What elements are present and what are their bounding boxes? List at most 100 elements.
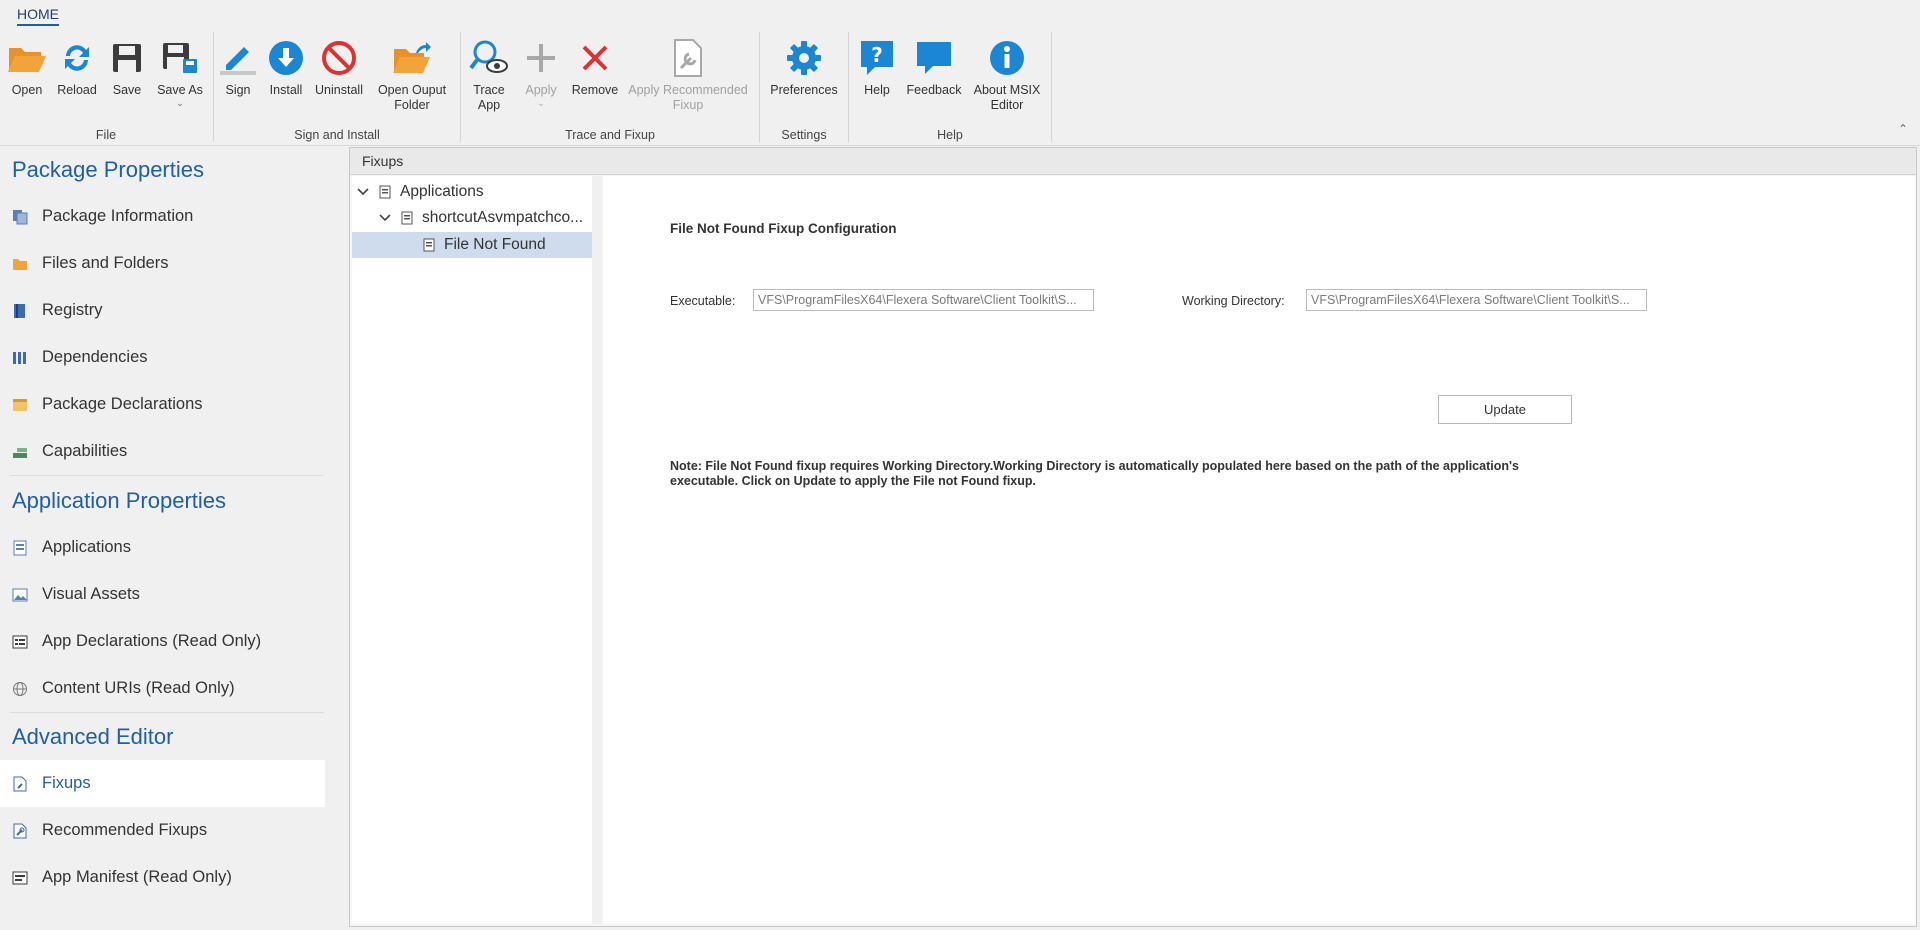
nav-applications[interactable]: Applications xyxy=(0,524,325,571)
section-divider xyxy=(10,712,324,713)
tree-node-label: Applications xyxy=(400,183,484,200)
chevron-down-icon[interactable]: ⌄ xyxy=(176,99,184,108)
app-manifest-icon xyxy=(12,870,28,886)
recommended-fixups-icon xyxy=(12,823,28,839)
reload-button[interactable]: Reload xyxy=(54,36,100,98)
tab-home[interactable]: HOME xyxy=(17,6,59,26)
svg-text:?: ? xyxy=(871,43,883,67)
content-panel: Fixups Applications shortcutAsvmpatchco.… xyxy=(349,147,1917,927)
nav-app-declarations[interactable]: App Declarations (Read Only) xyxy=(0,618,325,665)
section-title-advanced-editor: Advanced Editor xyxy=(12,724,174,749)
trace-search-eye-icon xyxy=(467,36,511,80)
tree-node-label: shortcutAsvmpatchco... xyxy=(422,209,584,226)
section-title-application-properties: Application Properties xyxy=(12,488,227,513)
working-directory-field[interactable]: VFS\ProgramFilesX64\Flexera Software\Cli… xyxy=(1306,289,1647,311)
group-title-sign-install: Sign and Install xyxy=(294,128,380,142)
executable-label: Executable: xyxy=(670,294,736,308)
nav-app-manifest[interactable]: App Manifest (Read Only) xyxy=(0,854,325,901)
document-icon xyxy=(422,237,436,253)
uninstall-prohibited-icon xyxy=(317,36,361,80)
sidebar: Package Properties Package Information F… xyxy=(0,147,346,930)
uninstall-button[interactable]: Uninstall xyxy=(314,36,364,98)
registry-icon xyxy=(12,303,28,319)
tree-node-applications[interactable]: Applications xyxy=(356,179,592,205)
apply-recommended-fixup-button[interactable]: Apply Recommended Fixup xyxy=(625,36,751,113)
working-directory-label: Working Directory: xyxy=(1182,294,1285,308)
group-divider xyxy=(1051,32,1052,142)
remove-x-icon xyxy=(573,36,617,80)
preferences-button[interactable]: Preferences xyxy=(766,36,842,98)
chevron-down-icon[interactable] xyxy=(378,214,392,222)
content-header: Fixups xyxy=(350,148,1916,175)
open-button[interactable]: Open xyxy=(4,36,50,98)
dependencies-icon xyxy=(12,350,28,366)
ribbon-group-help: ? Help Feedback About MSIX Editor Help xyxy=(849,32,1051,144)
visual-assets-icon xyxy=(12,587,28,603)
fixup-config-title: File Not Found Fixup Configuration xyxy=(670,221,897,236)
sign-pen-icon xyxy=(216,36,260,80)
save-button[interactable]: Save xyxy=(104,36,150,98)
nav-visual-assets[interactable]: Visual Assets xyxy=(0,571,325,618)
ribbon: HOME Open Reload Save Save As ⌄ File Sig… xyxy=(0,0,1920,146)
reload-icon xyxy=(55,36,99,80)
folder-icon xyxy=(12,256,28,272)
save-icon xyxy=(105,36,149,80)
fixup-note: Note: File Not Found fixup requires Work… xyxy=(670,459,1519,488)
fixups-tree: Applications shortcutAsvmpatchco... File… xyxy=(352,176,592,924)
open-output-folder-button[interactable]: Open Ouput Folder xyxy=(370,36,454,113)
document-icon xyxy=(378,184,392,200)
remove-button[interactable]: Remove xyxy=(569,36,621,98)
nav-recommended-fixups[interactable]: Recommended Fixups xyxy=(0,807,325,854)
feedback-speech-icon xyxy=(912,36,956,80)
help-button[interactable]: ? Help xyxy=(853,36,901,98)
about-button[interactable]: About MSIX Editor xyxy=(969,36,1045,113)
ribbon-group-sign-install: Sign Install Uninstall Open Ouput Folder… xyxy=(214,32,460,144)
apply-button[interactable]: Apply ⌄ xyxy=(519,36,563,108)
sign-button[interactable]: Sign xyxy=(216,36,260,98)
gear-icon xyxy=(782,36,826,80)
save-as-icon xyxy=(158,36,202,80)
feedback-button[interactable]: Feedback xyxy=(905,36,963,98)
nav-package-information[interactable]: Package Information xyxy=(0,193,325,240)
collapse-ribbon-icon[interactable]: ⌃ xyxy=(1898,122,1908,136)
tree-node-label: File Not Found xyxy=(444,236,546,253)
group-title-trace-fixup: Trace and Fixup xyxy=(565,128,655,142)
section-title-package-properties: Package Properties xyxy=(12,157,204,182)
applications-icon xyxy=(12,540,28,556)
chevron-down-icon[interactable] xyxy=(356,188,370,196)
help-question-icon: ? xyxy=(855,36,899,80)
package-info-icon xyxy=(12,209,28,225)
nav-registry[interactable]: Registry xyxy=(0,287,325,334)
document-wrench-icon xyxy=(666,36,710,80)
group-title-file: File xyxy=(95,128,117,142)
nav-content-uris[interactable]: Content URIs (Read Only) xyxy=(0,665,325,712)
nav-files-and-folders[interactable]: Files and Folders xyxy=(0,240,325,287)
save-as-button[interactable]: Save As ⌄ xyxy=(154,36,206,108)
plus-icon xyxy=(519,36,563,80)
folder-open-icon xyxy=(5,36,49,80)
document-icon xyxy=(400,210,414,226)
ribbon-group-trace-fixup: Trace App Apply ⌄ Remove Apply Recommend… xyxy=(461,32,759,144)
update-button[interactable]: Update xyxy=(1438,395,1572,424)
nav-dependencies[interactable]: Dependencies xyxy=(0,334,325,381)
executable-field[interactable]: VFS\ProgramFilesX64\Flexera Software\Cli… xyxy=(753,289,1094,311)
tree-node-application[interactable]: shortcutAsvmpatchco... xyxy=(378,205,592,231)
nav-capabilities[interactable]: Capabilities xyxy=(0,428,325,475)
group-title-help: Help xyxy=(937,128,963,142)
tree-splitter[interactable] xyxy=(592,176,602,924)
nav-fixups[interactable]: Fixups xyxy=(0,760,325,807)
nav-package-declarations[interactable]: Package Declarations xyxy=(0,381,325,428)
package-declarations-icon xyxy=(12,397,28,413)
trace-app-button[interactable]: Trace App xyxy=(467,36,511,113)
ribbon-group-file: Open Reload Save Save As ⌄ File xyxy=(0,32,212,144)
section-divider xyxy=(10,475,324,476)
tree-node-file-not-found[interactable]: File Not Found xyxy=(352,232,592,258)
globe-icon xyxy=(12,681,28,697)
group-title-settings: Settings xyxy=(781,128,827,142)
capabilities-icon xyxy=(12,444,28,460)
chevron-down-icon[interactable]: ⌄ xyxy=(537,99,545,108)
fixups-icon xyxy=(12,776,28,792)
app-declarations-icon xyxy=(12,634,28,650)
fixup-detail-panel: File Not Found Fixup Configuration Execu… xyxy=(603,176,1915,924)
install-button[interactable]: Install xyxy=(264,36,308,98)
